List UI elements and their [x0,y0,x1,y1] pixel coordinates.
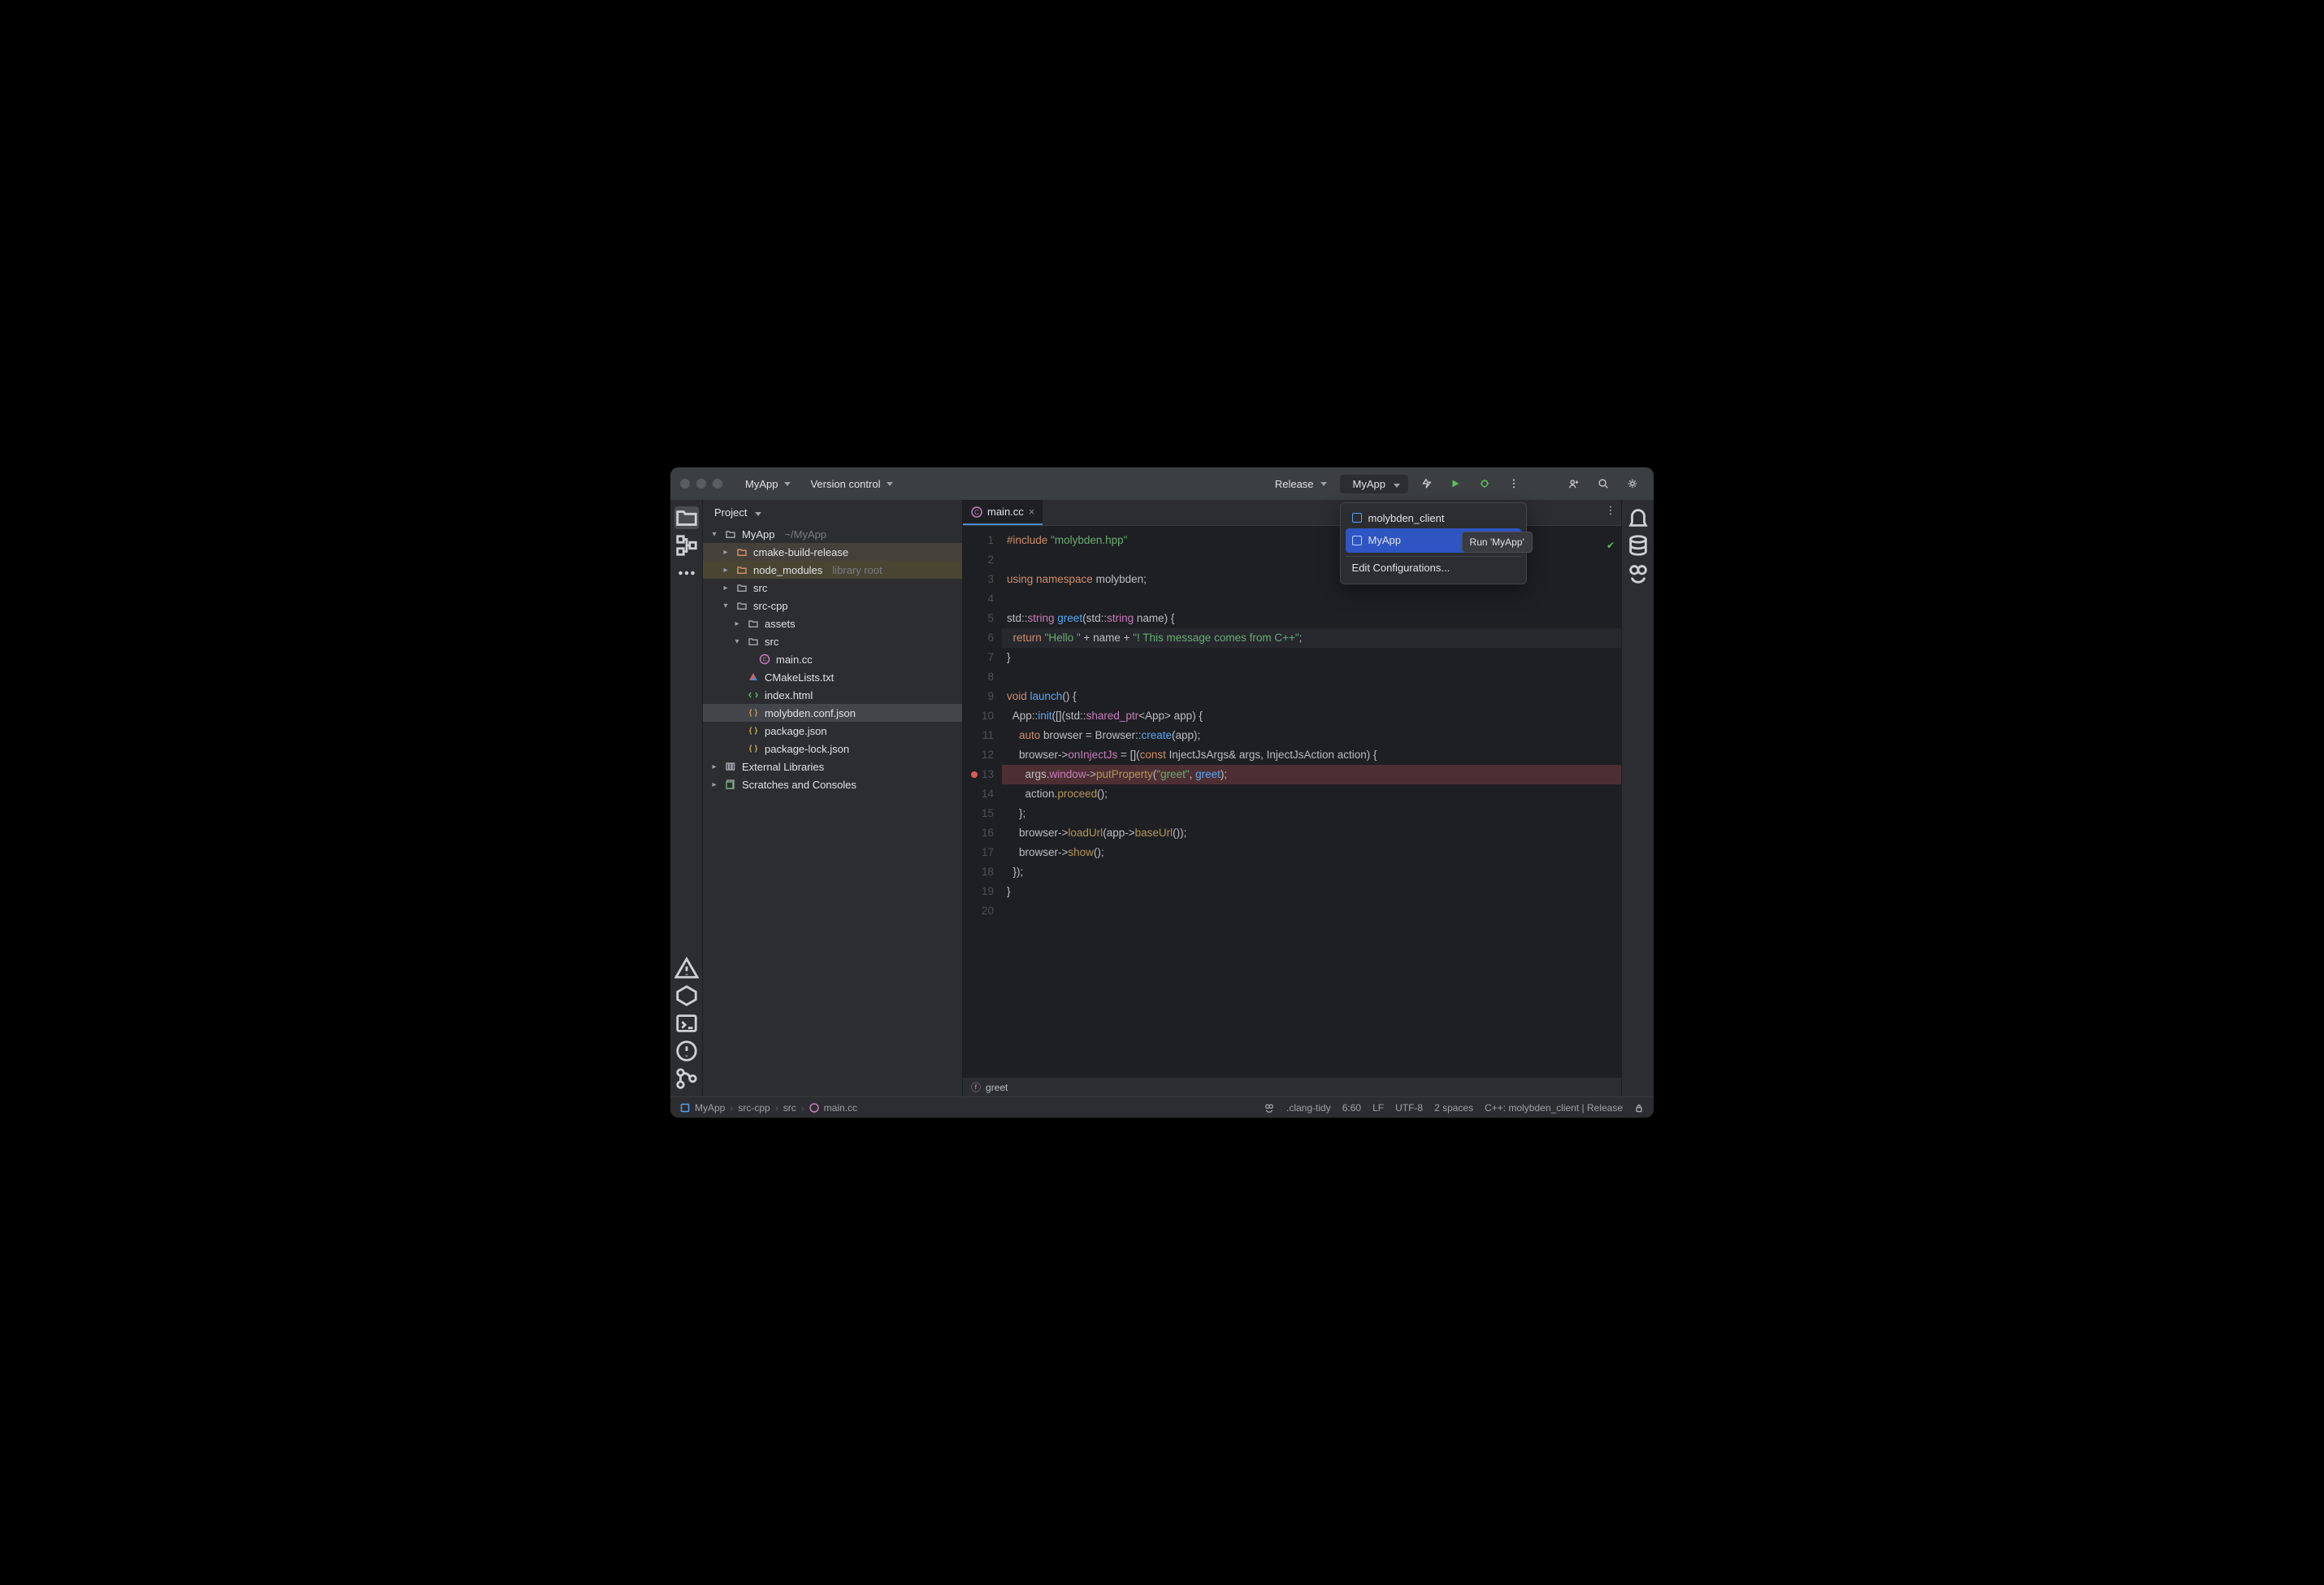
breadcrumb-item[interactable]: main.cc [824,1102,857,1114]
tree-node[interactable]: CMakeLists.txt [703,668,962,686]
event-log-tool[interactable] [674,1040,699,1062]
settings-icon[interactable] [1621,472,1644,495]
tooltip: Run 'MyApp' [1462,532,1533,553]
left-toolbar [670,500,703,1096]
project-menu[interactable]: MyApp [739,475,797,493]
app-icon [1352,536,1362,545]
terminal-tool[interactable] [674,1012,699,1035]
status-encoding[interactable]: UTF-8 [1395,1102,1423,1114]
breadcrumb-item[interactable]: MyApp [695,1102,725,1114]
build-config-selector[interactable]: Release [1268,475,1333,493]
ai-assistant-tool[interactable] [1626,562,1650,584]
svg-text:C: C [974,509,979,516]
tree-node[interactable]: molybden.conf.json [703,704,962,722]
search-icon[interactable] [1592,472,1615,495]
debug-button[interactable] [1473,472,1496,495]
cpp-icon [809,1103,819,1113]
gutter[interactable]: 1234567891011121314151617181920 [963,526,1002,1077]
project-panel-header[interactable]: Project [703,500,962,525]
project-tool[interactable] [674,506,699,529]
ide-window: MyApp Version control Release MyApp moly… [670,467,1654,1118]
cpp-icon: C [971,506,982,518]
tree-node[interactable]: Cmain.cc [703,650,962,668]
tree-node[interactable]: ▸assets [703,614,962,632]
tree-node[interactable]: ▸External Libraries [703,758,962,775]
maximize-window[interactable] [713,479,722,489]
tree-node[interactable]: package.json [703,722,962,740]
run-button[interactable] [1444,472,1467,495]
status-line-ending[interactable]: LF [1372,1102,1384,1114]
navigation-breadcrumb: MyApp› src-cpp› src› main.cc [680,1102,857,1114]
titlebar: MyApp Version control Release MyApp moly… [670,467,1654,500]
status-bar: MyApp› src-cpp› src› main.cc .clang-tidy… [670,1096,1654,1118]
copilot-icon[interactable] [1264,1102,1275,1114]
breadcrumb-item[interactable]: greet [986,1082,1008,1093]
tree-node[interactable]: ▾MyApp~/MyApp [703,525,962,543]
status-cursor-pos[interactable]: 6:60 [1342,1102,1361,1114]
edit-configurations[interactable]: Edit Configurations... [1346,556,1521,579]
run-config-selector[interactable]: MyApp molybden_client MyApp Edit [1340,475,1408,493]
tree-node[interactable]: package-lock.json [703,740,962,758]
tree-node[interactable]: ▾src [703,632,962,650]
structure-tool[interactable] [674,534,699,557]
build-button[interactable] [1415,472,1437,495]
app-icon [1352,513,1362,523]
project-tree: ▾MyApp~/MyApp▸cmake-build-release▸node_m… [703,525,962,1096]
code-with-me-icon[interactable] [1563,472,1585,495]
more-tools[interactable] [674,562,699,584]
run-config-item[interactable]: molybden_client [1346,508,1521,528]
close-tab-icon[interactable]: × [1029,506,1035,518]
vcs-menu[interactable]: Version control [804,475,900,493]
right-toolbar [1621,500,1654,1096]
project-panel: Project ▾MyApp~/MyApp▸cmake-build-releas… [703,500,963,1096]
editor-area: C main.cc × 1234567891011121314151617181… [963,500,1621,1096]
minimize-window[interactable] [696,479,706,489]
tree-node[interactable]: ▸node_moduleslibrary root [703,561,962,579]
breadcrumb-item[interactable]: src-cpp [738,1102,770,1114]
function-icon: ⓕ [971,1080,981,1094]
tree-node[interactable]: ▸src [703,579,962,597]
window-controls [680,479,722,489]
status-indent[interactable]: 2 spaces [1434,1102,1473,1114]
more-run-actions[interactable] [1502,472,1525,495]
editor-tab[interactable]: C main.cc × [963,500,1043,525]
status-context[interactable]: C++: molybden_client | Release [1485,1102,1623,1114]
services-tool[interactable] [674,984,699,1007]
tree-node[interactable]: ▸Scratches and Consoles [703,775,962,793]
status-clang-tidy[interactable]: .clang-tidy [1286,1102,1331,1114]
tree-node[interactable]: index.html [703,686,962,704]
code-editor[interactable]: #include "molybden.hpp"using namespace m… [1002,526,1621,1077]
database-tool[interactable] [1626,534,1650,557]
git-tool[interactable] [674,1067,699,1090]
inspection-ok-icon[interactable]: ✔ [1606,540,1615,551]
tree-node[interactable]: ▾src-cpp [703,597,962,614]
app-icon [680,1103,690,1113]
close-window[interactable] [680,479,690,489]
editor-actions-menu[interactable] [1605,505,1616,520]
svg-text:C: C [762,658,766,663]
breadcrumb-bar: ⓕ greet [963,1077,1621,1096]
notifications-tool[interactable] [1626,506,1650,529]
breadcrumb-item[interactable]: src [783,1102,796,1114]
tree-node[interactable]: ▸cmake-build-release [703,543,962,561]
problems-tool[interactable] [674,957,699,979]
lock-icon[interactable] [1634,1103,1644,1113]
